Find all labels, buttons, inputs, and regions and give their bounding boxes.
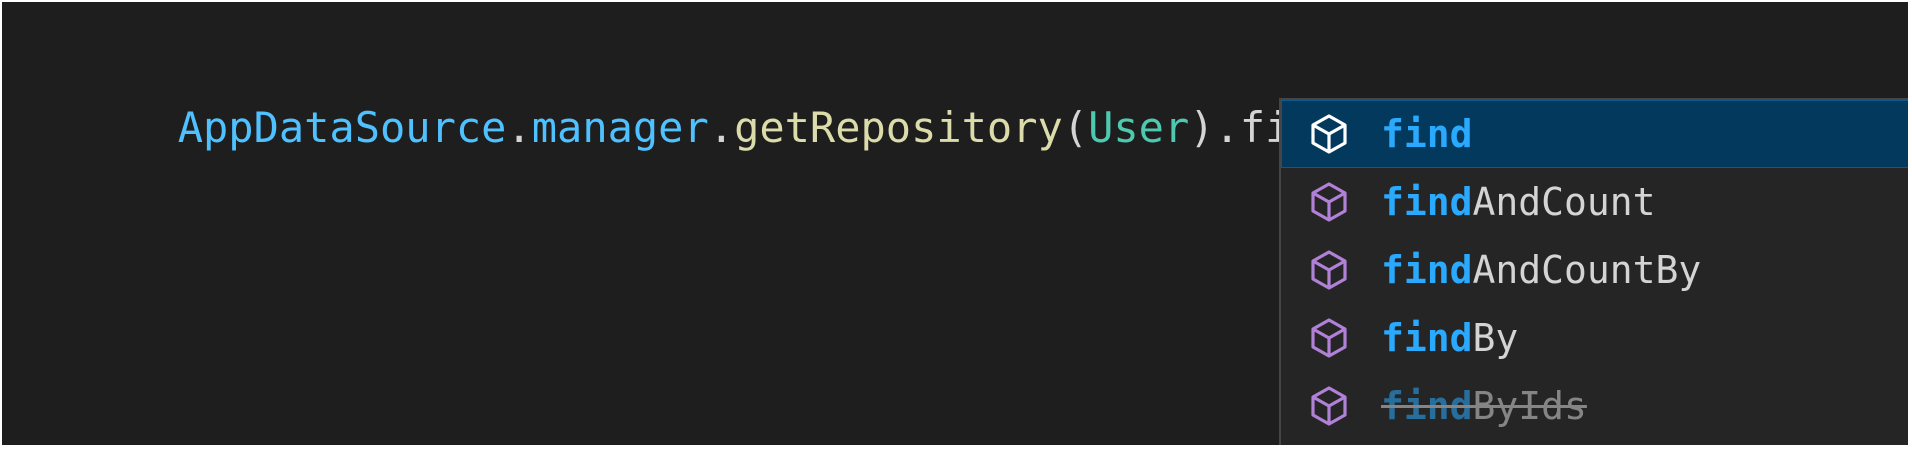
suggestion-item-findAndCount[interactable]: findAndCount (1281, 168, 1908, 236)
code-line[interactable]: AppDataSource.manager.getRepository(User… (26, 32, 1341, 152)
code-token: User (1088, 103, 1190, 152)
suggestion-label: findAndCountBy (1381, 248, 1702, 292)
suggestion-label: findBy (1381, 316, 1519, 360)
screenshot-frame: AppDataSource.manager.getRepository(User… (0, 0, 1912, 451)
code-token: ) (1189, 103, 1215, 152)
method-cube-icon (1301, 174, 1357, 230)
code-token: . (708, 103, 735, 152)
suggestion-item-findByIds[interactable]: findByIds (1281, 372, 1908, 440)
suggestion-label: findAndCount (1381, 180, 1656, 224)
code-token: . (506, 103, 532, 152)
code-token: ( (1062, 103, 1089, 152)
suggestion-item-findBy[interactable]: findBy (1281, 304, 1908, 372)
suggestion-widget[interactable]: find findAndCount findAndCountBy findBy … (1279, 98, 1908, 445)
code-token: . (1214, 103, 1240, 152)
code-editor[interactable]: AppDataSource.manager.getRepository(User… (2, 2, 1908, 445)
method-cube-icon (1301, 106, 1357, 162)
code-token: AppDataSource (177, 103, 507, 152)
suggestion-label: findByIds (1381, 384, 1587, 428)
code-token: manager (531, 103, 709, 152)
suggestion-label: find (1381, 112, 1473, 156)
code-token: getRepository (734, 103, 1063, 152)
method-cube-icon (1301, 310, 1357, 366)
method-cube-icon (1301, 378, 1357, 434)
suggestion-item-find[interactable]: find (1281, 100, 1908, 168)
suggestion-item-findAndCountBy[interactable]: findAndCountBy (1281, 236, 1908, 304)
method-cube-icon (1301, 242, 1357, 298)
